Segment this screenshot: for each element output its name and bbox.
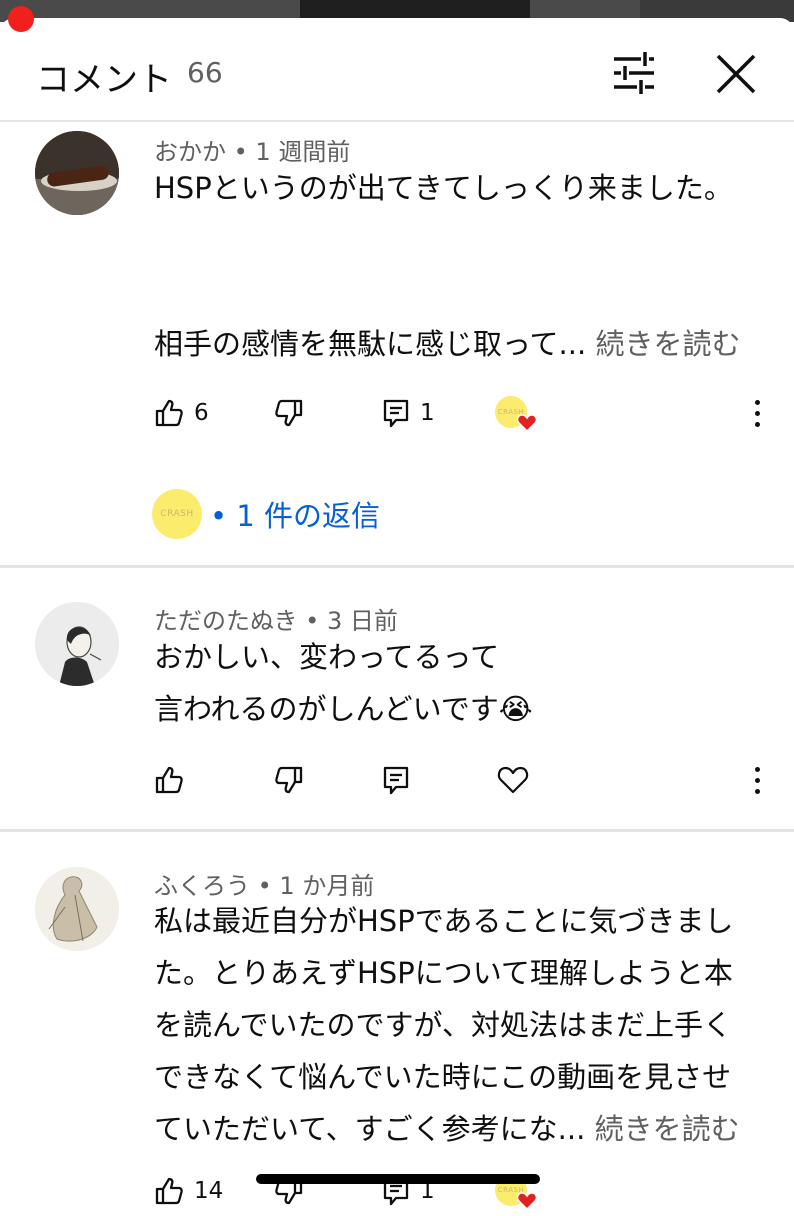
read-more-link[interactable]: 続きを読む	[595, 1112, 740, 1146]
like-button[interactable]	[154, 755, 184, 805]
close-comments-button[interactable]	[710, 48, 762, 100]
comment-line	[154, 214, 754, 266]
thumbs-up-icon	[155, 1177, 183, 1205]
heart-icon	[517, 1192, 537, 1210]
more-vertical-icon	[754, 399, 760, 405]
comment-line: 私は最近自分がHSPであることに気づきまし	[154, 904, 734, 938]
person-illustration-avatar	[35, 602, 119, 686]
reply-button[interactable]	[382, 755, 410, 805]
more-options-button[interactable]	[742, 755, 772, 805]
comment-line: HSPというのが出てきてしっくり来ました。	[154, 171, 733, 205]
comment-line: ていただいて、すごく参考にな...	[154, 1112, 586, 1146]
divider	[0, 565, 794, 568]
reply-icon	[383, 399, 409, 428]
figure-illustration-avatar	[35, 867, 119, 951]
sliders-icon	[614, 52, 654, 94]
dislike-button[interactable]	[274, 388, 304, 438]
reply-count: 1	[420, 400, 435, 426]
heart-icon	[497, 766, 529, 794]
thumbs-up-icon	[155, 399, 183, 427]
dislike-button[interactable]	[274, 755, 304, 805]
home-indicator[interactable]	[256, 1174, 540, 1184]
comment-text: 私は最近自分がHSPであることに気づきまし た。とりあえずHSPについて理解しよ…	[154, 895, 754, 1155]
comment-line: おかしい、変わってるって	[154, 640, 500, 674]
reply-avatar: CRASH	[152, 489, 202, 539]
comment-line: を読んでいたのですが、対処法はまだ上手く	[154, 1008, 732, 1042]
thumbs-down-icon	[275, 766, 303, 794]
comment-line: た。とりあえずHSPについて理解しようと本	[154, 956, 733, 990]
comment-line-last: 相手の感情を無駄に感じ取って... 続きを読む	[154, 318, 754, 370]
food-photo-avatar	[35, 131, 119, 215]
like-count: 14	[194, 1178, 224, 1204]
comment-actions: 6 1 CRASH	[0, 388, 794, 438]
close-icon	[716, 54, 756, 94]
reply-button[interactable]: 1	[382, 388, 435, 438]
replies-link: • 1 件の返信	[210, 499, 380, 533]
heart-button[interactable]	[497, 755, 529, 805]
reply-avatar-text: CRASH	[160, 509, 194, 519]
view-replies-button[interactable]: CRASH • 1 件の返信	[152, 488, 380, 540]
comment-line: 相手の感情を無駄に感じ取って...	[154, 327, 587, 361]
comments-title: コメント	[36, 60, 172, 100]
comment-line: 言われるのがしんどいです😭	[154, 692, 533, 726]
comment-actions	[0, 755, 794, 805]
avatar[interactable]	[35, 867, 119, 951]
creator-heart-badge: CRASH	[495, 388, 545, 438]
comments-header: コメント 66	[0, 20, 794, 122]
comment-text: おかしい、変わってるって 言われるのがしんどいです😭	[154, 631, 754, 735]
more-options-button[interactable]	[742, 388, 772, 438]
sort-filter-button[interactable]	[608, 50, 660, 96]
avatar[interactable]	[35, 131, 119, 215]
reply-icon	[383, 766, 409, 795]
like-button[interactable]: 6	[154, 388, 209, 438]
comment-line	[154, 266, 754, 318]
comment-line-last: ていただいて、すごく参考にな... 続きを読む	[154, 1103, 754, 1155]
thumbs-up-icon	[155, 766, 183, 794]
heart-icon	[517, 414, 537, 432]
like-count: 6	[194, 400, 209, 426]
more-vertical-icon	[754, 766, 760, 772]
like-button[interactable]: 14	[154, 1166, 223, 1216]
comment-line: できなくて悩んでいた時にこの動画を見させ	[154, 1060, 732, 1094]
avatar[interactable]	[35, 602, 119, 686]
divider	[0, 829, 794, 832]
comment-text: HSPというのが出てきてしっくり来ました。 相手の感情を無駄に感じ取って... …	[154, 162, 754, 370]
comments-count: 66	[187, 56, 223, 89]
thumbs-down-icon	[275, 399, 303, 427]
read-more-link[interactable]: 続きを読む	[595, 327, 740, 361]
